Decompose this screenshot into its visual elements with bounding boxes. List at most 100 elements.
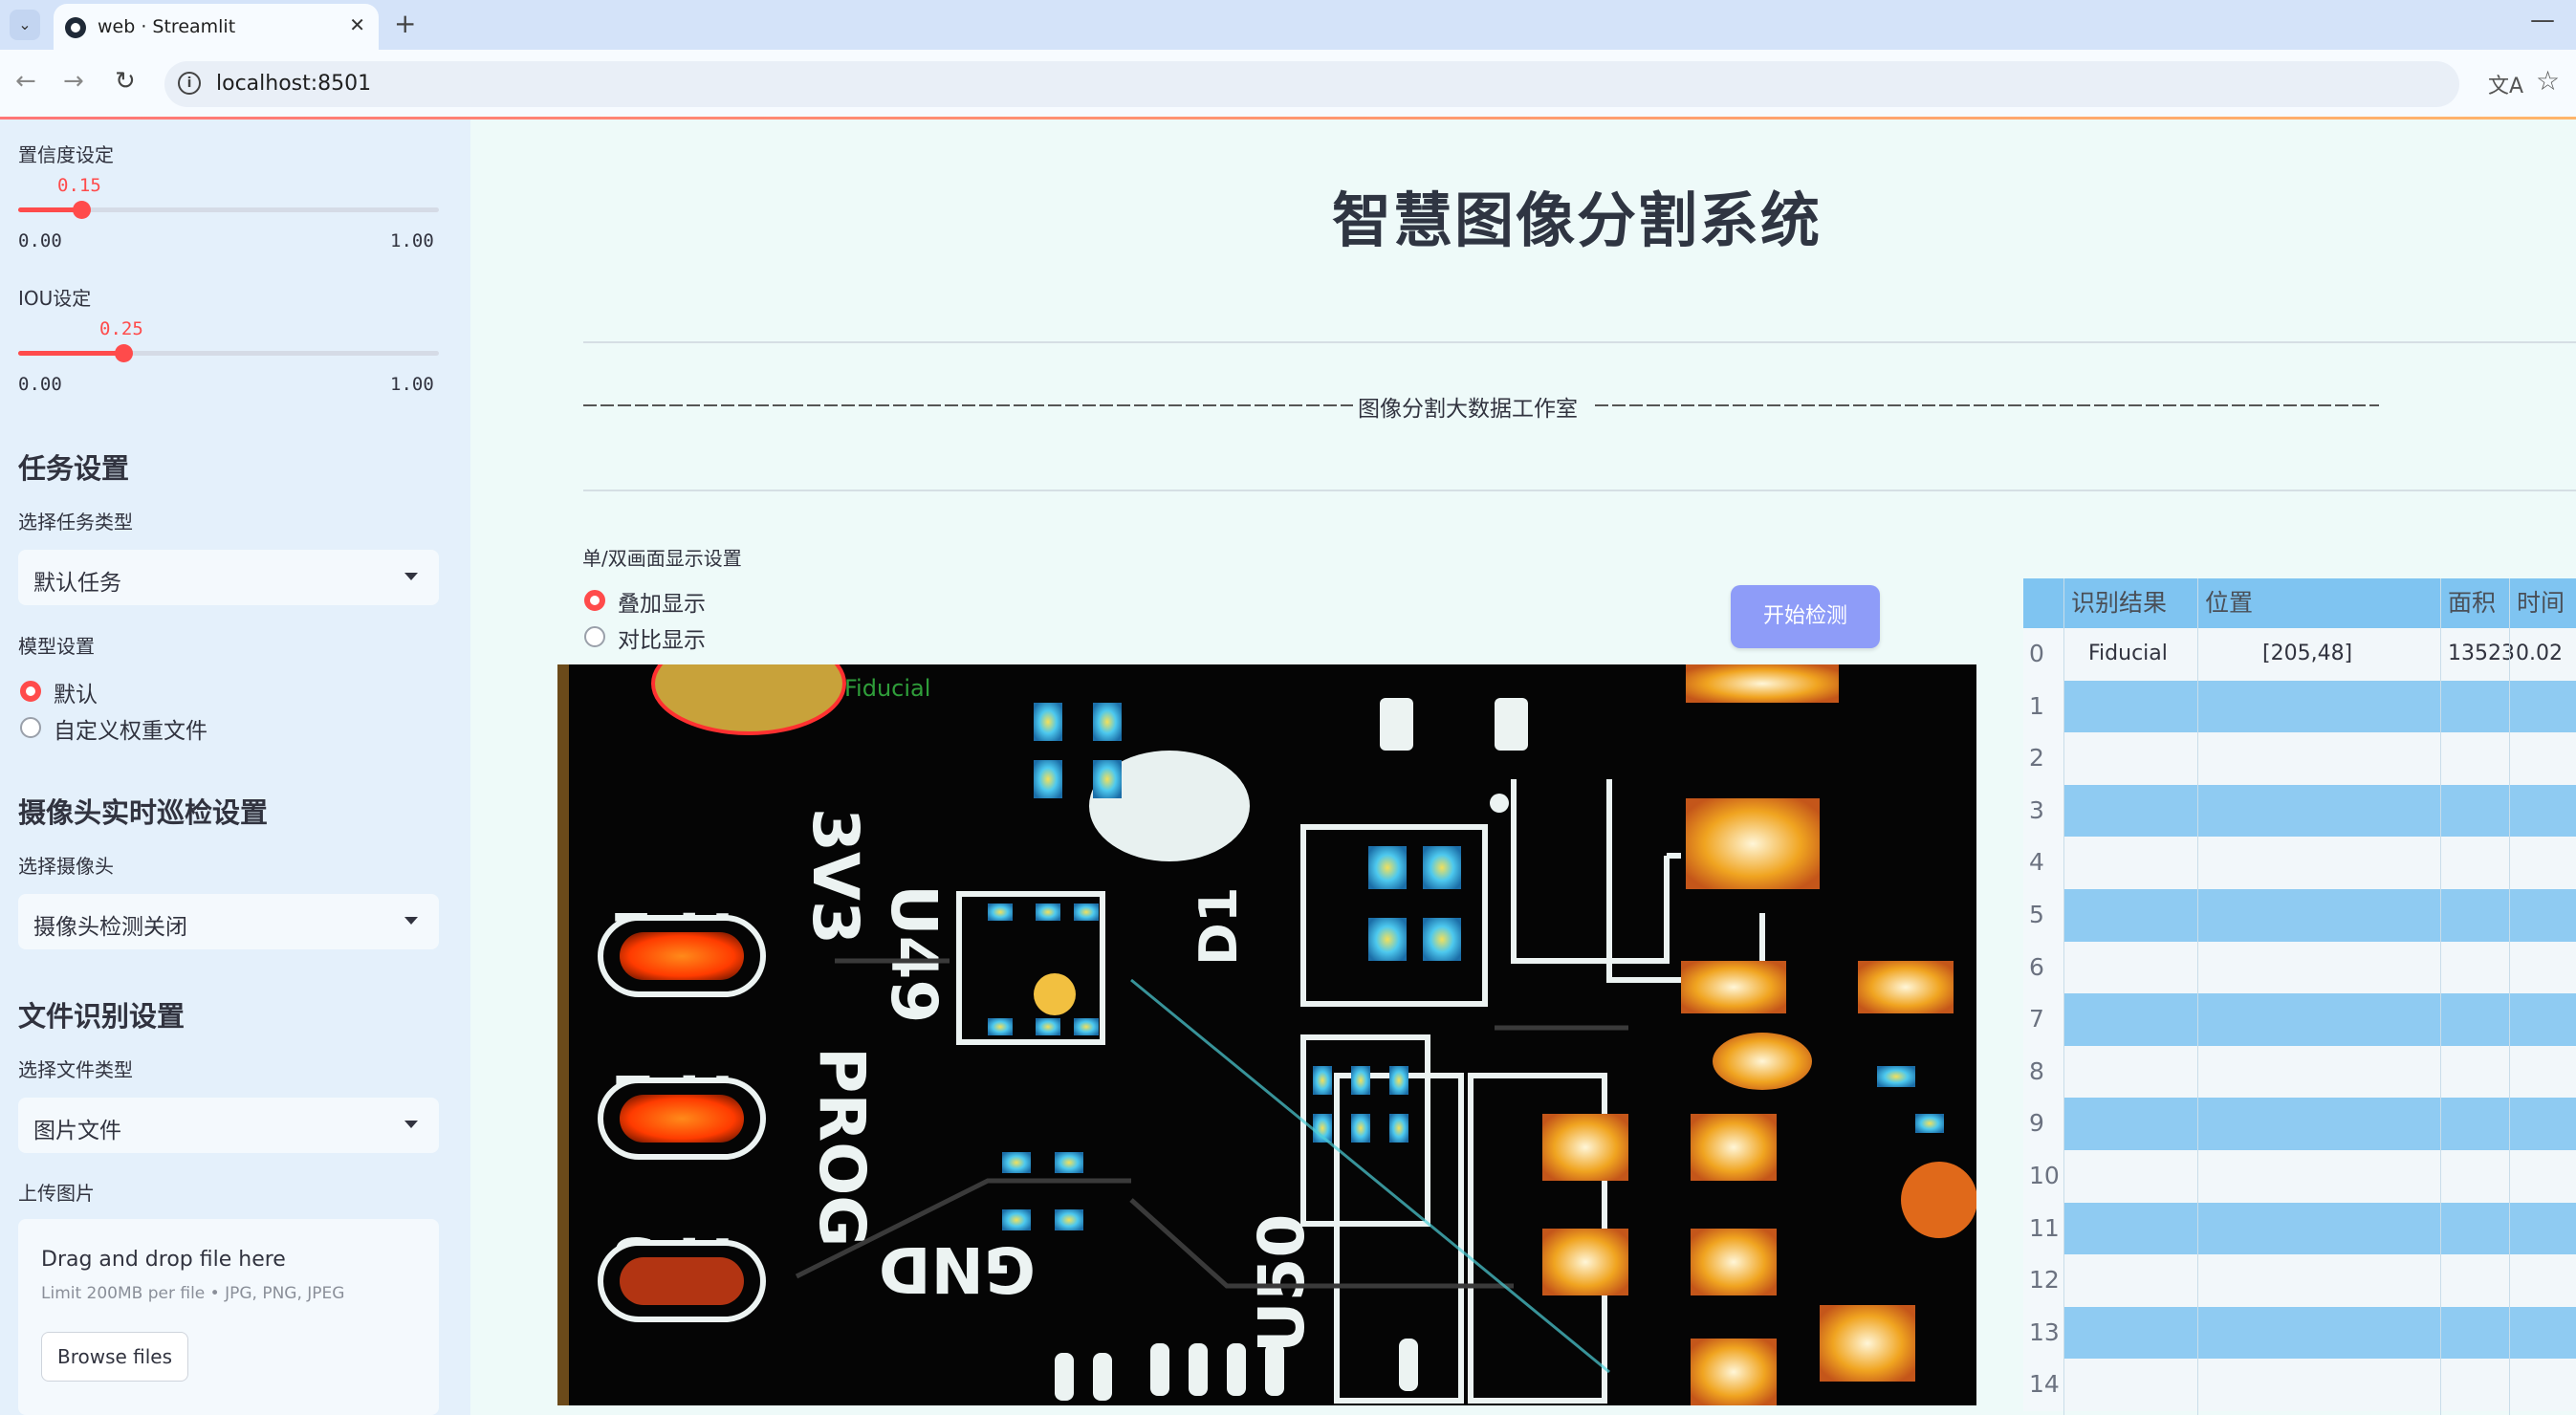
tab-list-dropdown-icon[interactable]: ⌄	[10, 10, 40, 40]
table-row[interactable]: 1	[2023, 680, 2576, 733]
row-index: 8	[2023, 1045, 2063, 1099]
chevron-down-icon	[404, 573, 418, 580]
studio-label: 图像分割大数据工作室	[1358, 390, 1578, 423]
streamlit-favicon-icon	[65, 17, 86, 38]
table-row[interactable]: 10	[2023, 1150, 2576, 1203]
iou-slider[interactable]	[18, 344, 439, 362]
model-default-label: 默认	[54, 683, 98, 708]
confidence-slider[interactable]	[18, 201, 439, 219]
col-header-result[interactable]: 识别结果	[2063, 578, 2197, 628]
table-row[interactable]: 3	[2023, 784, 2576, 838]
column-divider	[2197, 578, 2198, 1415]
silkscreen-u49: U49	[877, 884, 950, 1023]
upload-label: 上传图片	[18, 1182, 95, 1205]
task-type-select[interactable]: 默认任务	[18, 550, 439, 605]
iou-label: IOU设定	[18, 287, 92, 310]
confidence-max: 1.00	[390, 230, 434, 251]
model-default-radio[interactable]	[20, 681, 41, 702]
table-row[interactable]: 5	[2023, 889, 2576, 942]
file-uploader-dropzone[interactable]: Drag and drop file here Limit 200MB per …	[18, 1219, 439, 1415]
site-info-icon[interactable]: i	[178, 72, 201, 95]
iou-value: 0.25	[99, 318, 143, 339]
upload-drag-text: Drag and drop file here	[41, 1248, 286, 1272]
table-row[interactable]: 14	[2023, 1359, 2576, 1411]
browse-files-button[interactable]: Browse files	[41, 1332, 188, 1382]
forward-arrow-icon[interactable]: →	[63, 67, 84, 96]
compare-display-radio[interactable]	[584, 626, 605, 647]
table-index-header	[2023, 578, 2063, 628]
row-index: 0	[2023, 628, 2063, 681]
col-header-position[interactable]: 位置	[2197, 578, 2440, 628]
back-arrow-icon[interactable]: ←	[15, 67, 36, 96]
table-row[interactable]: 0 Fiducial [205,48] 13523 0.02	[2023, 628, 2576, 681]
new-tab-icon[interactable]: +	[394, 8, 416, 39]
silkscreen-d1: D1	[1189, 887, 1249, 966]
task-type-label: 选择任务类型	[18, 511, 133, 533]
overlay-display-radio[interactable]	[584, 590, 605, 611]
file-type-label: 选择文件类型	[18, 1058, 133, 1081]
silkscreen-prog: PROG	[805, 1047, 879, 1247]
start-detection-button[interactable]: 开始检测	[1731, 585, 1880, 648]
confidence-slider-handle[interactable]	[73, 201, 91, 219]
silkscreen-gnd: GND	[879, 1232, 1036, 1306]
detection-result-image: Fiducial TP1 TP2 TP3 3V3 U49 PROG GND U5…	[557, 664, 1976, 1405]
column-divider	[2440, 578, 2441, 1415]
chevron-down-icon	[404, 1121, 418, 1128]
iou-slider-handle[interactable]	[115, 344, 133, 362]
confidence-value: 0.15	[57, 175, 101, 196]
iou-max: 1.00	[390, 374, 434, 395]
row-index: 7	[2023, 993, 2063, 1046]
browser-tab-bar: ⌄ web · Streamlit ✕ + —	[0, 0, 2576, 50]
iou-slider-fill	[18, 351, 123, 356]
table-row[interactable]: 7	[2023, 993, 2576, 1046]
chevron-down-icon	[404, 917, 418, 925]
reload-icon[interactable]: ↻	[115, 67, 136, 96]
file-settings-header: 文件识别设置	[18, 1000, 186, 1033]
translate-icon[interactable]: 文A	[2488, 69, 2523, 99]
compare-display-label: 对比显示	[618, 628, 706, 653]
column-divider	[2509, 578, 2510, 1415]
row-index: 10	[2023, 1150, 2063, 1203]
table-row[interactable]: 12	[2023, 1254, 2576, 1307]
row-index: 12	[2023, 1254, 2063, 1307]
model-settings-label: 模型设置	[18, 635, 95, 658]
table-row[interactable]: 9	[2023, 1098, 2576, 1150]
col-header-area[interactable]: 面积	[2440, 578, 2509, 628]
confidence-min: 0.00	[18, 230, 62, 251]
row-index: 4	[2023, 837, 2063, 889]
results-table[interactable]: 识别结果 位置 面积 时间 0 Fiducial [205,48] 13523 0.02…	[2023, 578, 2576, 1415]
silkscreen-3v3: 3V3	[798, 808, 872, 945]
camera-select-value: 摄像头检测关闭	[33, 915, 187, 940]
tab-close-icon[interactable]: ✕	[349, 13, 365, 36]
tab-title: web · Streamlit	[98, 16, 236, 37]
camera-select[interactable]: 摄像头检测关闭	[18, 894, 439, 949]
row-index: 11	[2023, 1202, 2063, 1255]
table-row[interactable]: 11	[2023, 1202, 2576, 1255]
browser-tab[interactable]: web · Streamlit ✕	[54, 4, 379, 50]
page-title: 智慧图像分割系统	[1332, 185, 1823, 255]
col-header-time[interactable]: 时间	[2509, 578, 2576, 628]
divider	[583, 341, 2576, 343]
row-index: 13	[2023, 1306, 2063, 1360]
table-row[interactable]: 4	[2023, 837, 2576, 889]
cell-area: 13523	[2448, 642, 2515, 665]
bookmark-star-icon[interactable]: ☆	[2536, 65, 2560, 97]
table-row[interactable]: 8	[2023, 1045, 2576, 1099]
minimize-window-icon[interactable]: —	[2530, 6, 2555, 34]
upload-limit-text: Limit 200MB per file • JPG, PNG, JPEG	[41, 1284, 345, 1303]
model-custom-label: 自定义权重文件	[54, 719, 207, 744]
table-row[interactable]: 2	[2023, 732, 2576, 785]
address-bar-row: ← → ↻ i localhost:8501 文A ☆	[0, 50, 2576, 119]
task-type-value: 默认任务	[33, 571, 121, 596]
divider	[583, 490, 2576, 491]
fiducial-detection-label: Fiducial	[844, 675, 930, 702]
row-index: 1	[2023, 680, 2063, 733]
cell-position: [205,48]	[2262, 642, 2353, 665]
studio-banner: 图像分割大数据工作室	[583, 390, 2381, 423]
file-type-select[interactable]: 图片文件	[18, 1098, 439, 1153]
model-custom-radio[interactable]	[20, 717, 41, 738]
table-row[interactable]: 13	[2023, 1306, 2576, 1360]
url-field[interactable]: i localhost:8501	[164, 61, 2459, 107]
url-text: localhost:8501	[216, 72, 372, 96]
table-row[interactable]: 6	[2023, 941, 2576, 994]
